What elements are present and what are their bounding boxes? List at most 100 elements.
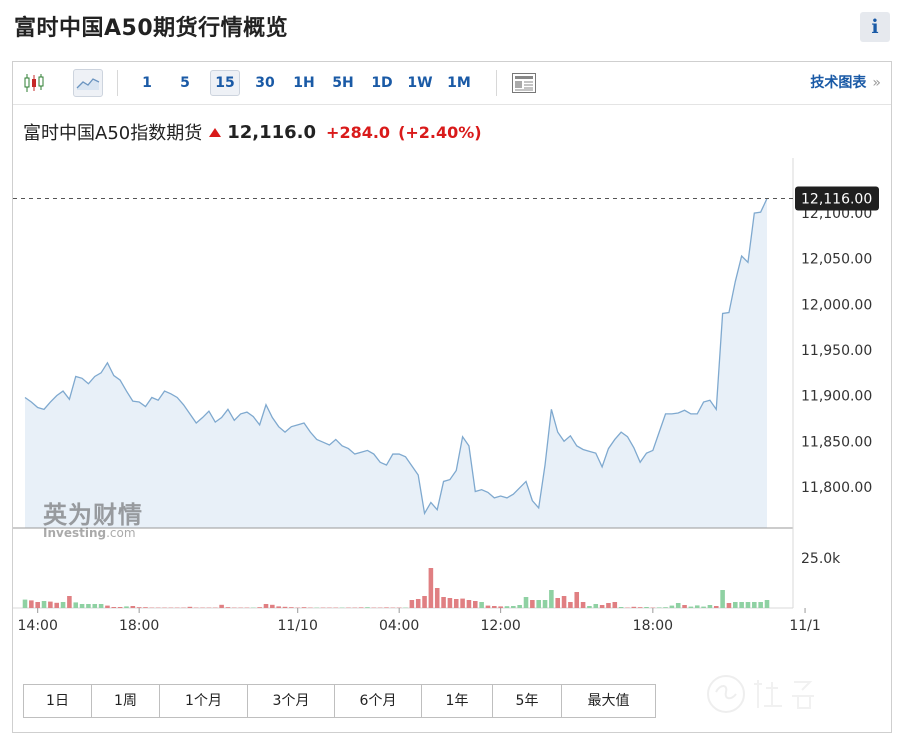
volume-bar: [428, 568, 434, 608]
volume-bar: [739, 602, 744, 608]
volume-bar: [41, 601, 47, 608]
price-chart[interactable]: 12,100.0012,050.0012,000.0011,950.0011,9…: [13, 62, 891, 682]
x-tick-label: 14:00: [18, 618, 58, 634]
volume-bar: [466, 600, 472, 608]
volume-bar: [694, 605, 700, 608]
volume-bar: [276, 606, 281, 608]
volume-bar: [136, 607, 142, 608]
volume-bar: [707, 605, 713, 608]
volume-bar: [67, 596, 72, 608]
volume-bar: [631, 606, 637, 608]
y-tick-label: 11,800.00: [801, 480, 872, 496]
range-button-1m[interactable]: 1个月: [160, 685, 248, 717]
range-button-1y[interactable]: 1年: [422, 685, 493, 717]
volume-bar: [409, 600, 415, 608]
x-tick-label: 11/1: [789, 618, 820, 634]
volume-bar: [713, 606, 719, 608]
y-tick-label: 11,900.00: [801, 389, 872, 405]
volume-bar: [549, 590, 554, 608]
volume-bar: [618, 607, 624, 608]
volume-bar: [54, 602, 59, 608]
volume-bar: [289, 607, 294, 608]
x-tick-label: 12:00: [480, 618, 520, 634]
volume-bar: [536, 600, 541, 608]
investing-watermark: 英为财情 Investing.com: [43, 495, 143, 540]
volume-bar: [599, 605, 605, 608]
volume-bar: [73, 602, 79, 608]
x-tick-label: 11/10: [278, 618, 318, 634]
volume-bar: [143, 607, 148, 608]
volume-bar: [542, 600, 548, 608]
volume-bar: [504, 606, 510, 608]
volume-bar: [447, 598, 453, 608]
volume-bar: [669, 605, 675, 608]
range-button-3m[interactable]: 3个月: [248, 685, 335, 717]
volume-bar: [270, 604, 275, 608]
price-area-fill: [25, 198, 767, 528]
volume-bar: [358, 607, 364, 608]
volume-bar: [492, 606, 497, 608]
volume-bar: [98, 604, 104, 608]
volume-bar: [637, 607, 643, 608]
volume-bar: [745, 602, 751, 608]
range-button-1w[interactable]: 1周: [92, 685, 160, 717]
volume-bar: [701, 606, 706, 608]
watermark-en-suffix: .com: [106, 526, 136, 540]
volume-bar: [130, 606, 136, 608]
y-tick-label: 12,000.00: [801, 297, 872, 313]
volume-bar: [434, 588, 440, 608]
volume-bar: [498, 606, 503, 608]
volume-bar: [720, 590, 725, 608]
volume-bar: [479, 602, 484, 608]
volume-bar: [656, 607, 662, 608]
volume-bar: [35, 602, 40, 608]
volume-bar: [79, 604, 85, 608]
range-button-6m[interactable]: 6个月: [335, 685, 422, 717]
volume-bar: [92, 604, 98, 608]
volume-bar: [225, 607, 231, 608]
watermark-en: Investing: [43, 526, 107, 540]
volume-bar: [86, 604, 91, 608]
volume-bar: [587, 606, 592, 608]
volume-bar: [111, 607, 117, 608]
volume-bar: [764, 600, 770, 608]
volume-bar: [453, 599, 459, 608]
range-button-1d[interactable]: 1日: [24, 685, 92, 717]
volume-bar: [365, 607, 370, 608]
volume-bar: [663, 607, 668, 608]
volume-bar: [441, 597, 446, 608]
volume-bar: [384, 607, 389, 608]
volume-bar: [758, 602, 763, 608]
range-button-max[interactable]: 最大值: [562, 685, 655, 717]
volume-bar: [752, 602, 757, 608]
volume-bar: [568, 602, 573, 608]
volume-bar: [29, 600, 34, 608]
volume-bar: [523, 597, 529, 608]
volume-bar: [726, 603, 732, 608]
volume-bar: [606, 603, 611, 608]
volume-bar: [60, 602, 66, 608]
volume-bar: [688, 606, 694, 608]
y-tick-label: 11,950.00: [801, 343, 872, 359]
range-button-5y[interactable]: 5年: [493, 685, 562, 717]
volume-bar: [105, 605, 110, 608]
volume-bar: [422, 596, 427, 608]
volume-bar: [561, 596, 567, 608]
watermark-cn: 英为财情: [43, 501, 143, 529]
volume-bar: [593, 604, 599, 608]
volume-bar: [257, 607, 262, 608]
info-button[interactable]: i: [860, 12, 890, 42]
volume-bar: [644, 607, 649, 608]
volume-bar: [22, 599, 28, 608]
volume-bar: [574, 592, 580, 608]
volume-bar: [282, 606, 288, 608]
page-title: 富时中国A50期货行情概览: [14, 16, 289, 41]
volume-bar: [675, 603, 681, 608]
volume-bar: [555, 598, 560, 608]
volume-bar: [472, 601, 478, 608]
volume-bar: [219, 604, 224, 608]
volume-bar: [530, 600, 535, 608]
volume-bar: [301, 607, 307, 608]
volume-bar: [580, 602, 586, 608]
time-range-selector: 1日 1周 1个月 3个月 6个月 1年 5年 最大值: [23, 684, 656, 718]
